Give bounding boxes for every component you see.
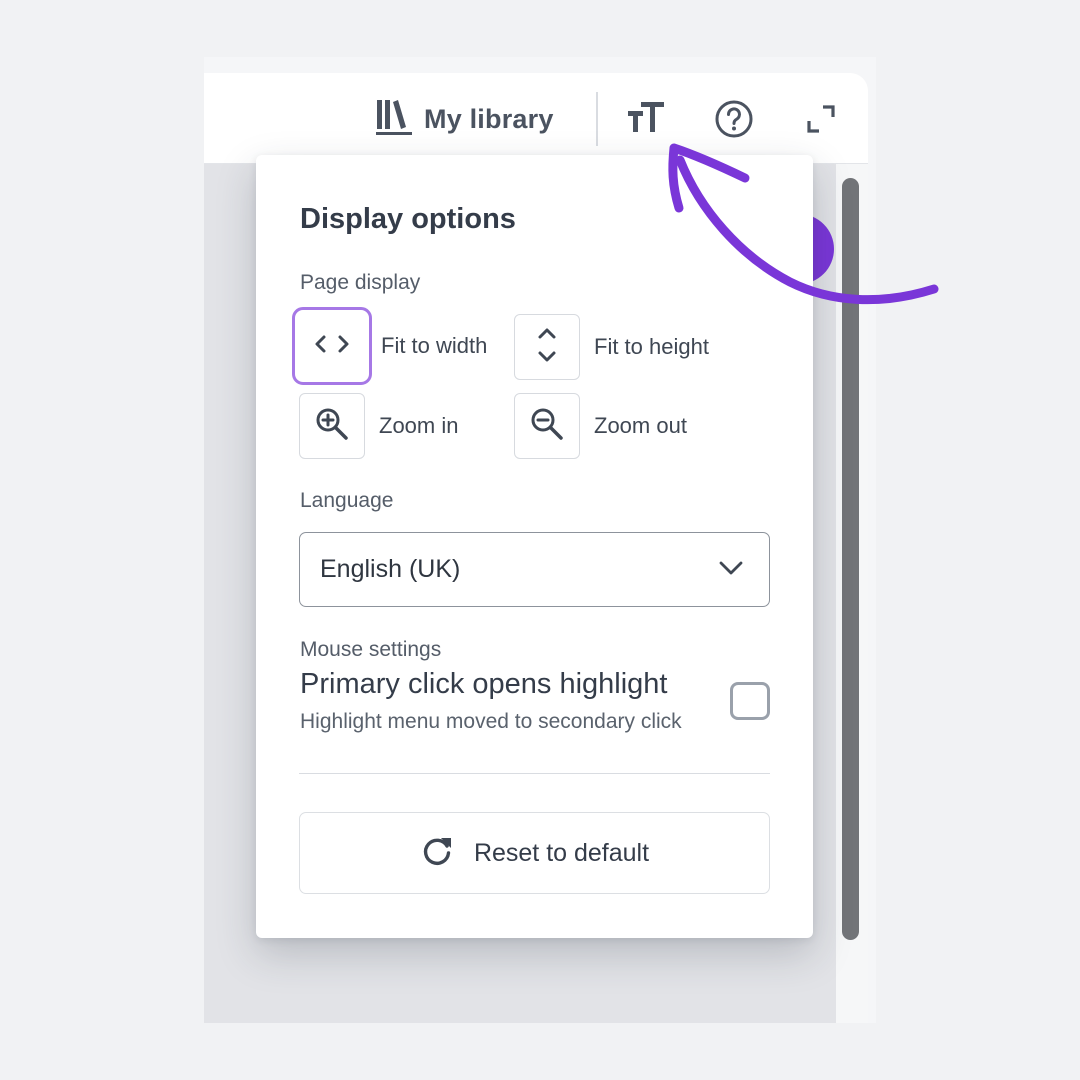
annotation-arrow-icon [668,143,939,305]
